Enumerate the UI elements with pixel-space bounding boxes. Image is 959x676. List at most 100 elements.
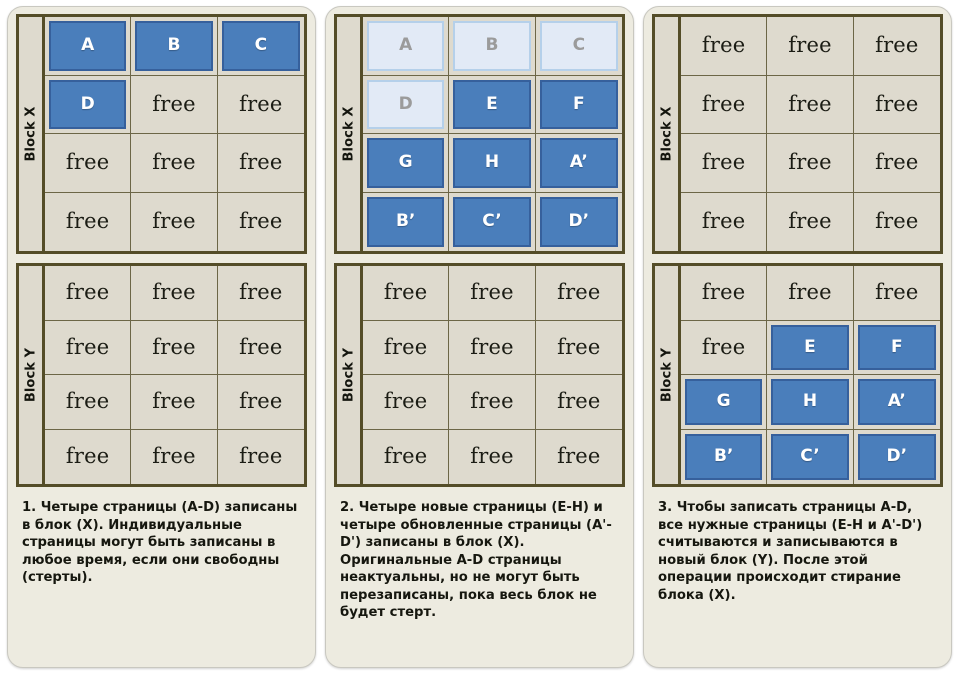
page-cell: E [767,320,854,375]
block-label: Block X [337,17,363,251]
block-label-text: Block Y [23,347,38,403]
page-cell: H [767,375,854,430]
free-page-label: free [65,150,110,175]
stale-page: A [367,21,445,71]
page-cell: free [681,134,768,193]
page-cell: free [853,134,940,193]
free-page-label: free [470,389,514,414]
free-page-label: free [239,444,283,469]
page-cell: free [45,266,132,321]
page-cell: free [681,320,768,375]
free-page-label: free [239,280,283,305]
free-page-label: free [788,91,832,116]
block-label: Block X [655,17,681,251]
free-page-label: free [557,334,601,359]
page-cell: A’ [535,134,622,193]
step-panel-3: Block Xfree free free free free free free free f… [643,6,952,668]
page-cell: free [767,266,854,321]
free-page-label: free [239,389,283,414]
page-cell: B [449,17,536,76]
page-grid: free free free free free free free free free free… [363,266,622,484]
page-cell: free [681,266,768,321]
block-label: Block Y [19,266,45,484]
free-page-label: free [383,280,428,305]
free-page-label: free [239,334,283,359]
free-page-label: free [152,280,196,305]
written-page: E [453,79,531,129]
diagram-canvas: Block X A B C Dfree free free free free free free f… [0,0,959,676]
free-page-label: free [152,444,196,469]
page-cell: free [217,134,304,193]
block-label-text: Block X [341,106,356,162]
page-grid: free free free free E F G H A’ B’ C’ D’ [681,266,940,484]
page-cell: B’ [681,429,768,484]
page-cell: free [767,75,854,134]
page-cell: free [853,75,940,134]
block-label-text: Block X [659,106,674,162]
page-cell: free [217,192,304,251]
page-cell: free [217,320,304,375]
written-page: G [367,138,445,188]
page-cell: F [535,75,622,134]
page-cell: free [449,375,536,430]
free-page-label: free [152,389,196,414]
page-cell: free [217,429,304,484]
written-page: G [685,379,763,425]
page-cell: A’ [853,375,940,430]
page-cell: A [45,17,132,76]
step-caption: 2. Четыре новые страницы (E-H) и четыре … [340,500,612,621]
written-page: D’ [857,433,936,480]
page-cell: free [853,266,940,321]
page-cell: free [217,375,304,430]
page-cell: free [681,75,768,134]
free-page-label: free [701,91,746,116]
page-grid: A B C Dfree free free free free free free free [45,17,304,251]
page-cell: free [535,429,622,484]
free-page-label: free [470,444,514,469]
page-grid: A B C D E F G H A’ B’ C’ D’ [363,17,622,251]
page-cell: free [449,429,536,484]
written-page: A’ [857,379,936,425]
page-cell: free [45,134,132,193]
page-cell: free [681,17,768,76]
page-cell: free [131,375,218,430]
free-page-label: free [788,209,832,234]
page-cell: D [363,75,450,134]
written-page: D’ [539,196,618,247]
page-cell: E [449,75,536,134]
page-cell: free [363,375,450,430]
page-cell: free [131,75,218,134]
written-page: D [49,79,127,129]
page-cell: C [535,17,622,76]
written-page: C’ [771,433,849,480]
blocks-container: Block X A B C Dfree free free free free free free f… [16,14,307,487]
free-page-label: free [875,280,919,305]
free-page-label: free [65,389,110,414]
free-page-label: free [701,150,746,175]
page-cell: G [363,134,450,193]
stale-page: C [539,21,618,71]
blocks-container: Block X A B C D E F G H A’ B’ C’ D’ Block Yfree free fr… [334,14,625,487]
written-page: F [857,324,936,370]
free-page-label: free [65,444,110,469]
page-cell: D’ [853,429,940,484]
page-cell: free [131,134,218,193]
flash-block-x: Block Xfree free free free free free free free f… [652,14,943,254]
page-cell: F [853,320,940,375]
written-page: A’ [539,138,618,188]
page-grid: free free free free free free free free free free… [681,17,940,251]
free-page-label: free [788,33,832,58]
free-page-label: free [65,334,110,359]
block-label: Block X [19,17,45,251]
step-caption: 1. Четыре страницы (A-D) записаны в блок… [22,500,298,586]
written-page: C’ [453,196,531,247]
flash-block-x: Block X A B C Dfree free free free free free free f… [16,14,307,254]
stale-page: B [453,21,531,71]
free-page-label: free [239,209,283,234]
flash-block-x: Block X A B C D E F G H A’ B’ C’ D’ [334,14,625,254]
free-page-label: free [383,389,428,414]
free-page-label: free [239,150,283,175]
page-cell: free [131,266,218,321]
free-page-label: free [383,334,428,359]
page-cell: free [767,17,854,76]
